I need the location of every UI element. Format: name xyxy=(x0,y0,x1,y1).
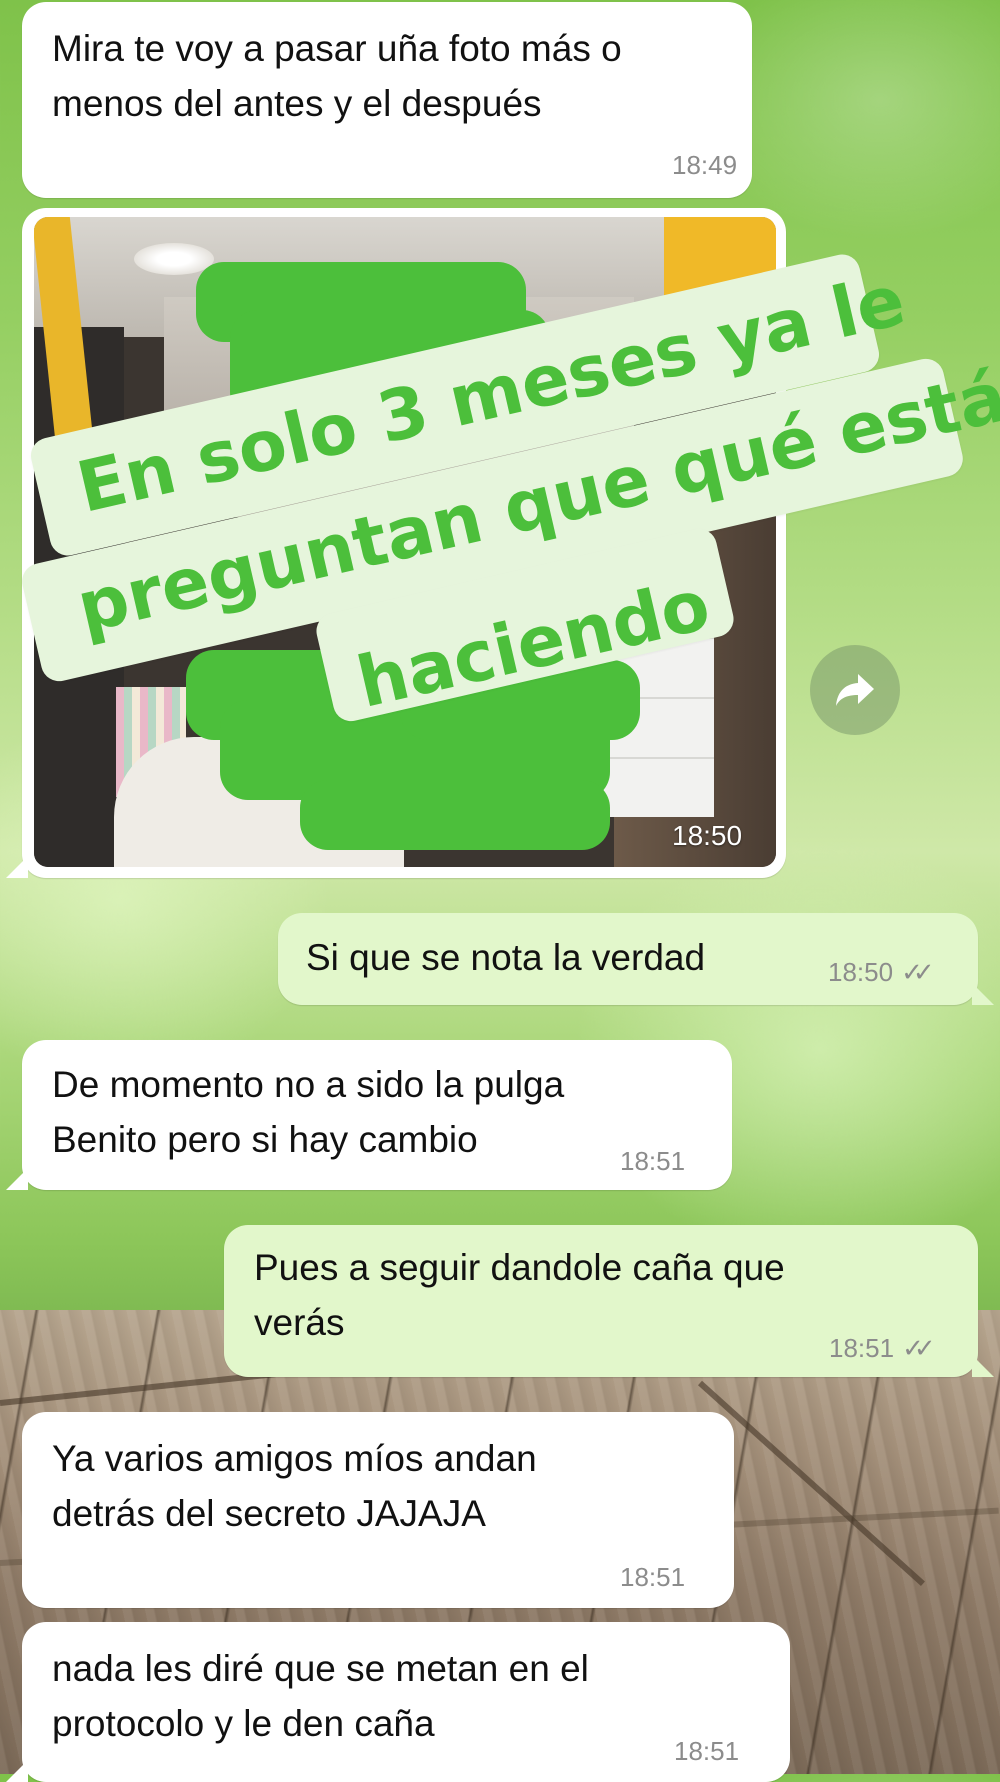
message-text-line: detrás del secreto JAJAJA xyxy=(52,1493,486,1534)
forward-arrow-icon xyxy=(836,674,874,706)
message-text-line: Mira te voy a pasar uña foto más o xyxy=(52,28,622,69)
message-bubble-incoming[interactable]: Ya varios amigos míos andan detrás del s… xyxy=(22,1412,734,1608)
double-check-icon: ✓✓ xyxy=(902,1334,935,1364)
message-timestamp: 18:49 xyxy=(672,150,738,180)
message-text-line: Benito pero si hay cambio xyxy=(52,1119,478,1160)
forward-button[interactable] xyxy=(810,645,900,735)
message-bubble-incoming[interactable]: Mira te voy a pasar uña foto más o menos… xyxy=(22,2,752,198)
message-timestamp: 18:51 ✓✓ xyxy=(829,1333,935,1364)
message-bubble-incoming[interactable]: nada les diré que se metan en el protoco… xyxy=(6,1622,790,1782)
message-timestamp: 18:51 xyxy=(674,1736,740,1766)
message-text-line: De momento no a sido la pulga xyxy=(52,1064,565,1105)
ceiling-lamp xyxy=(134,243,214,275)
message-bubble-outgoing[interactable]: Si que se nota la verdad 18:50 ✓✓ xyxy=(278,913,994,1005)
message-text-line: menos del antes y el después xyxy=(52,83,542,124)
censor-blob xyxy=(300,780,610,850)
message-text-line: nada les diré que se metan en el xyxy=(52,1648,589,1689)
message-timestamp: 18:50 ✓✓ xyxy=(828,957,934,988)
message-text-line: verás xyxy=(254,1302,345,1343)
message-timestamp: 18:51 xyxy=(620,1146,686,1176)
message-text-line: Si que se nota la verdad xyxy=(306,937,706,978)
message-timestamp: 18:51 xyxy=(620,1562,686,1592)
message-text-line: protocolo y le den caña xyxy=(52,1703,435,1744)
message-bubble-incoming[interactable]: De momento no a sido la pulga Benito per… xyxy=(6,1040,732,1190)
message-bubble-outgoing[interactable]: Pues a seguir dandole caña que verás 18:… xyxy=(224,1225,994,1377)
message-text-line: Pues a seguir dandole caña que xyxy=(254,1247,785,1288)
double-check-icon: ✓✓ xyxy=(901,958,934,988)
photo-timestamp: 18:50 xyxy=(672,820,743,851)
message-text-line: Ya varios amigos míos andan xyxy=(52,1438,537,1479)
